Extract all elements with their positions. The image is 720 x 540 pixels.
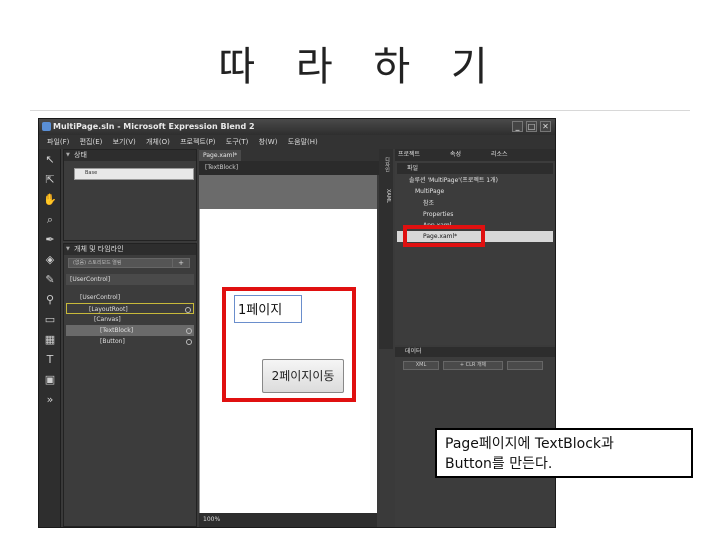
toolbox: ↖ ⇱ ✋ ⌕ ✒ ◈ ✎ ⚲ ▭ ▦ T ▣ » — [39, 149, 61, 527]
references-item[interactable]: 참조 — [397, 198, 553, 209]
tab-properties[interactable]: 속성 — [450, 151, 461, 158]
eye-icon[interactable] — [185, 307, 191, 313]
tree-item-root[interactable]: [UserControl] — [66, 274, 194, 285]
states-panel: 상태 Base — [63, 149, 197, 241]
zoom-bar: 100% — [199, 513, 377, 527]
tree-item-canvas[interactable]: [Canvas] — [66, 314, 194, 325]
paint-bucket-icon[interactable]: ◈ — [43, 253, 57, 267]
caption-line-2: Button를 만든다. — [445, 456, 553, 472]
menu-bar: 파일(F) 편집(E) 보기(V) 개체(O) 프로젝트(P) 도구(T) 창(… — [39, 135, 555, 149]
menu-tools[interactable]: 도구(T) — [226, 138, 249, 146]
project-panel-header: 프로젝트 속성 리소스 — [395, 149, 555, 161]
grid-icon[interactable]: ▦ — [43, 333, 57, 347]
tab-resources[interactable]: 리소스 — [491, 151, 508, 158]
zoom-icon[interactable]: ⌕ — [43, 213, 57, 227]
menu-edit[interactable]: 편집(E) — [80, 138, 103, 146]
selection-arrow-icon[interactable]: ↖ — [43, 153, 57, 167]
app-icon — [42, 122, 51, 131]
data-panel-header: 데이터 — [395, 347, 555, 357]
caption-line-1: Page페이지에 TextBlock과 — [445, 436, 614, 452]
add-storyboard-button[interactable]: + — [172, 258, 190, 268]
window-title: MultiPage.sln - Microsoft Expression Ble… — [53, 122, 255, 131]
minimize-button[interactable]: _ — [512, 121, 523, 132]
close-button[interactable]: ✕ — [540, 121, 551, 132]
design-view-tab[interactable]: 디자인 — [381, 157, 391, 172]
tree-label-layoutroot: [LayoutRoot] — [89, 306, 128, 313]
button-tool-icon[interactable]: ▣ — [43, 373, 57, 387]
menu-window[interactable]: 창(W) — [259, 138, 278, 146]
pan-hand-icon[interactable]: ✋ — [43, 193, 57, 207]
files-header: 파일 — [397, 163, 553, 174]
solution-item[interactable]: 솔루션 'MultiPage'(프로젝트 1개) — [397, 175, 553, 186]
xaml-view-tab[interactable]: XAML — [381, 189, 391, 203]
pen-icon[interactable]: ✒ — [43, 233, 57, 247]
zoom-level[interactable]: 100% — [203, 516, 220, 523]
data-extra-button[interactable] — [507, 361, 543, 370]
properties-item[interactable]: Properties — [397, 209, 553, 220]
highlight-box-artboard — [222, 287, 356, 402]
objects-header: 개체 및 타임라인 — [64, 244, 196, 255]
tree-item-usercontrol[interactable]: [UserControl] — [66, 292, 194, 303]
rectangle-icon[interactable]: ▭ — [43, 313, 57, 327]
direct-select-icon[interactable]: ⇱ — [43, 173, 57, 187]
menu-project[interactable]: 프로젝트(P) — [180, 138, 215, 146]
tree-label-button: [Button] — [100, 338, 125, 345]
highlight-box-page-xaml — [403, 225, 485, 247]
eye-icon[interactable] — [186, 339, 192, 345]
window-titlebar: MultiPage.sln - Microsoft Expression Ble… — [39, 119, 555, 135]
tree-item-textblock[interactable]: [TextBlock] — [66, 325, 194, 336]
menu-object[interactable]: 개체(O) — [146, 138, 170, 146]
base-state-item[interactable]: Base — [74, 168, 194, 180]
eye-icon[interactable] — [186, 328, 192, 334]
project-item[interactable]: MultiPage — [397, 186, 553, 197]
artboard[interactable]: 1페이지 2페이지이동 — [199, 209, 377, 513]
brush-icon[interactable]: ✎ — [43, 273, 57, 287]
tab-page-xaml[interactable]: Page.xaml* — [199, 150, 242, 161]
title-divider — [30, 110, 690, 111]
menu-view[interactable]: 보기(V) — [113, 138, 136, 146]
base-state-label: Base — [85, 170, 98, 176]
clr-object-button[interactable]: + CLR 개체 — [443, 361, 503, 370]
menu-file[interactable]: 파일(F) — [47, 138, 69, 146]
objects-timeline-panel: 개체 및 타임라인 (없음) 스토리보드 열림 + [UserControl] … — [63, 243, 197, 527]
document-tabs: Page.xaml* — [199, 149, 379, 161]
maximize-button[interactable]: □ — [526, 121, 537, 132]
storyboard-selector[interactable]: (없음) 스토리보드 열림 — [68, 258, 186, 268]
caption-box: Page페이지에 TextBlock과 Button를 만든다. — [435, 428, 693, 478]
tree-item-button[interactable]: [Button] — [66, 336, 194, 347]
tree-label-textblock: [TextBlock] — [100, 327, 134, 334]
artboard-area: 1페이지 2페이지이동 — [199, 175, 377, 513]
eyedropper-icon[interactable]: ⚲ — [43, 293, 57, 307]
breadcrumb[interactable]: [TextBlock] — [199, 161, 379, 175]
slide-title: 따 라 하 기 — [218, 44, 502, 90]
xml-button[interactable]: XML — [403, 361, 439, 370]
tab-project[interactable]: 프로젝트 — [398, 151, 420, 158]
text-tool-icon[interactable]: T — [43, 353, 57, 367]
vertical-tabs: 디자인 XAML — [379, 149, 393, 349]
tree-item-layoutroot[interactable]: [LayoutRoot] — [66, 303, 194, 314]
project-panel: 파일 솔루션 'MultiPage'(프로젝트 1개) MultiPage 참조… — [395, 161, 555, 345]
states-header: 상태 — [64, 150, 196, 161]
more-tools-icon[interactable]: » — [43, 393, 57, 407]
menu-help[interactable]: 도움말(H) — [288, 138, 318, 146]
